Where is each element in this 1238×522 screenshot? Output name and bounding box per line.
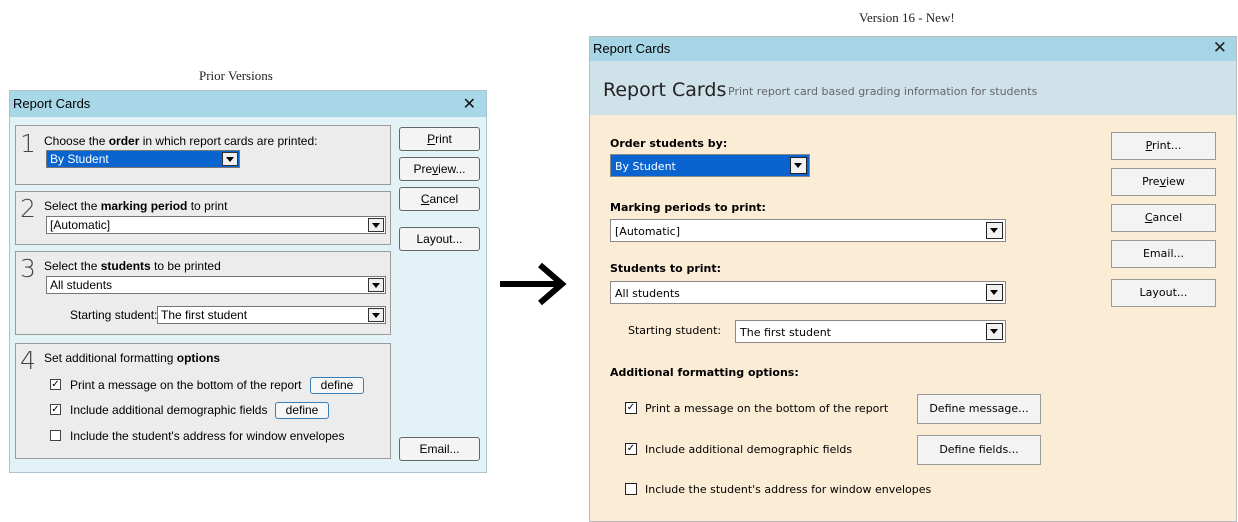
new-window-title: Report Cards [593, 41, 671, 56]
students-to-print-select[interactable]: All students [610, 281, 1006, 304]
old-address-checkbox[interactable] [50, 430, 61, 441]
old-email-button[interactable]: Email... [399, 437, 480, 461]
close-icon[interactable]: ✕ [463, 94, 476, 114]
email-button[interactable]: Email... [1111, 240, 1216, 268]
chevron-down-icon[interactable] [986, 222, 1003, 239]
old-starting-student-label: Starting student: [70, 308, 158, 322]
demographic-option-label: Include additional demographic fields [645, 443, 853, 456]
formatting-options-label: Additional formatting options: [610, 366, 799, 379]
layout-button[interactable]: Layout... [1111, 279, 1216, 307]
old-message-option-label: Print a message on the bottom of the rep… [70, 378, 302, 392]
starting-student-select[interactable]: The first student [735, 320, 1006, 343]
new-version-caption: Version 16 - New! [859, 10, 955, 25]
old-demographic-checkbox[interactable]: ✓ [50, 404, 61, 415]
old-students-select[interactable]: All students [46, 276, 386, 294]
old-students-section: 3 Select the students to be printed All … [15, 251, 391, 335]
chevron-down-icon[interactable] [790, 157, 807, 174]
cancel-button[interactable]: Cancel [1111, 204, 1216, 232]
order-students-select[interactable]: By Student [610, 154, 810, 177]
print-button[interactable]: Print... [1111, 132, 1216, 160]
prior-versions-caption: Prior Versions [199, 68, 273, 83]
define-fields-button[interactable]: Define fields... [917, 435, 1041, 465]
old-order-section: 1 Choose the order in which report cards… [15, 125, 391, 185]
old-options-label: Set additional formatting options [44, 351, 221, 365]
right-arrow-icon [500, 262, 567, 306]
step-1-number: 1 [20, 129, 36, 158]
preview-button[interactable]: Preview [1111, 168, 1216, 196]
old-starting-student-select[interactable]: The first student [157, 306, 386, 324]
message-option-label: Print a message on the bottom of the rep… [645, 402, 889, 415]
chevron-down-icon[interactable] [222, 152, 238, 166]
old-title-bar: Report Cards ✕ [10, 91, 486, 117]
old-marking-label: Select the marking period to print [44, 199, 228, 213]
old-report-cards-dialog: Report Cards ✕ 1 Choose the order in whi… [9, 90, 487, 473]
new-report-cards-dialog: Report Cards ✕ Report Cards Print report… [589, 36, 1237, 522]
marking-periods-select[interactable]: [Automatic] [610, 219, 1006, 242]
chevron-down-icon[interactable] [986, 284, 1003, 301]
old-preview-button[interactable]: Preview... [399, 157, 480, 181]
old-students-label: Select the students to be printed [44, 259, 221, 273]
chevron-down-icon[interactable] [368, 218, 384, 232]
order-students-label: Order students by: [610, 137, 728, 150]
message-checkbox[interactable]: ✓ [625, 402, 637, 414]
old-options-section: 4 Set additional formatting options ✓ Pr… [15, 343, 391, 459]
dialog-subheading: Print report card based grading informat… [728, 85, 1038, 98]
students-to-print-label: Students to print: [610, 262, 722, 275]
old-print-button[interactable]: Print [399, 127, 480, 151]
chevron-down-icon[interactable] [368, 278, 384, 292]
dialog-header: Report Cards Print report card based gra… [590, 61, 1236, 115]
chevron-down-icon[interactable] [986, 323, 1003, 340]
close-icon[interactable]: ✕ [1213, 38, 1227, 58]
step-2-number: 2 [20, 194, 36, 223]
old-demographic-option-label: Include additional demographic fields [70, 403, 268, 417]
dialog-heading: Report Cards [603, 79, 727, 101]
demographic-checkbox[interactable]: ✓ [625, 443, 637, 455]
old-marking-period-section: 2 Select the marking period to print [Au… [15, 191, 391, 245]
marking-periods-label: Marking periods to print: [610, 201, 766, 214]
address-checkbox[interactable] [625, 483, 637, 495]
address-option-label: Include the student's address for window… [645, 483, 932, 496]
old-layout-button[interactable]: Layout... [399, 227, 480, 251]
starting-student-label: Starting student: [628, 324, 722, 337]
chevron-down-icon[interactable] [368, 308, 384, 322]
define-message-button[interactable]: Define message... [917, 394, 1041, 424]
old-order-select[interactable]: By Student [46, 150, 240, 168]
old-order-label: Choose the order in which report cards a… [44, 134, 318, 148]
step-3-number: 3 [20, 254, 36, 283]
old-address-option-label: Include the student's address for window… [70, 429, 345, 443]
old-marking-select[interactable]: [Automatic] [46, 216, 386, 234]
step-4-number: 4 [20, 346, 36, 375]
old-cancel-button[interactable]: Cancel [399, 187, 480, 211]
old-window-title: Report Cards [13, 96, 91, 111]
old-message-checkbox[interactable]: ✓ [50, 379, 61, 390]
old-define-fields-button[interactable]: define [275, 402, 329, 419]
old-define-message-button[interactable]: define [310, 377, 364, 394]
new-title-bar: Report Cards ✕ [590, 37, 1236, 61]
